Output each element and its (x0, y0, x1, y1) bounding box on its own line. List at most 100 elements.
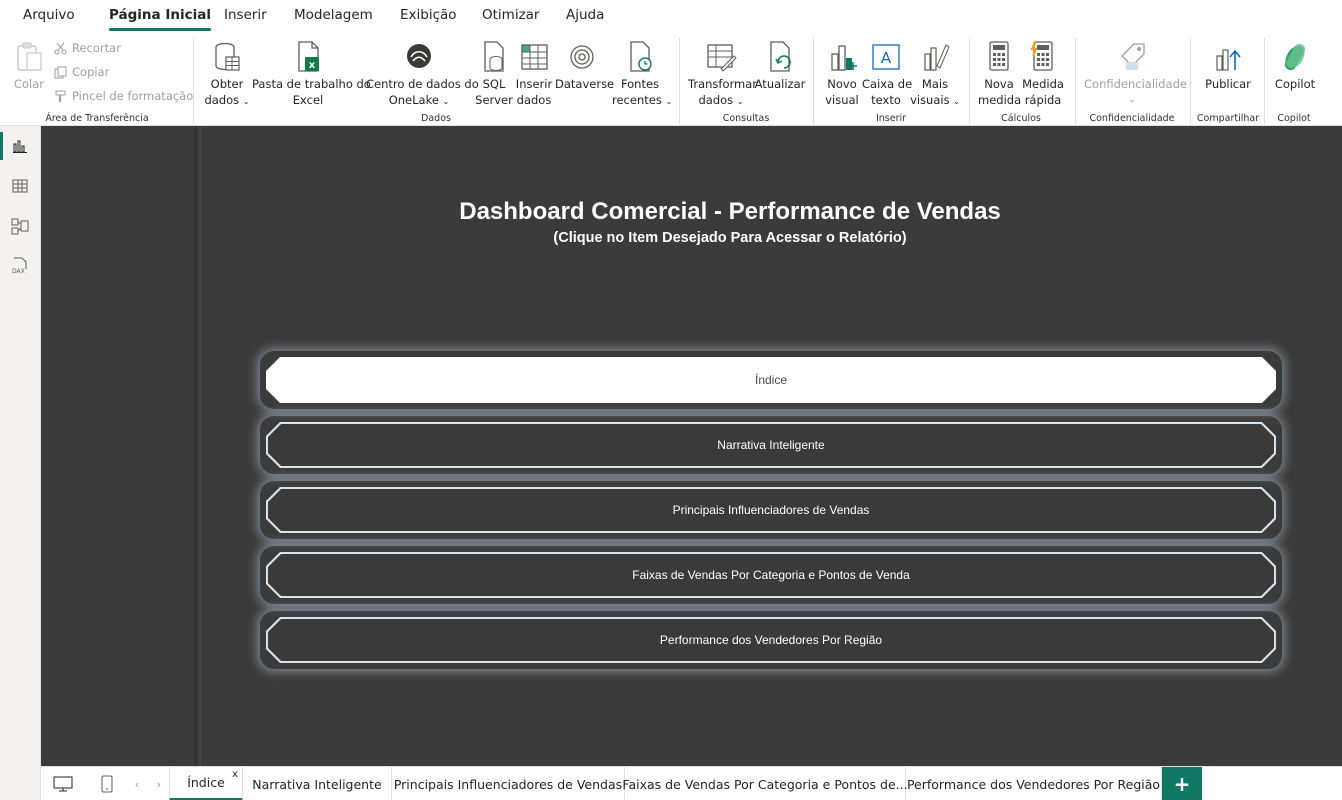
page-tab-narrativa[interactable]: Narrativa Inteligente (243, 767, 392, 800)
report-canvas: Dashboard Comercial - Performance de Ven… (41, 126, 1342, 766)
get-data-label-2-text: dados (204, 93, 240, 107)
more-visuals-label-2-text: visuais (910, 93, 950, 107)
quick-measure-button[interactable]: Medida rápida (1020, 40, 1066, 108)
active-tab-indicator (109, 28, 211, 31)
excel-label-1: Pasta de trabalho do (252, 77, 371, 91)
new-measure-label-2: medida (978, 93, 1022, 107)
database-icon (215, 42, 240, 71)
new-visual-label-2: visual (825, 93, 859, 107)
copy-button[interactable]: Copiar (54, 65, 109, 79)
transform-data-button[interactable]: Transformar dados ⌄ (688, 40, 757, 110)
sensitivity-button[interactable]: Confidencialidade ⌄ (1084, 40, 1187, 108)
phone-icon (101, 775, 113, 793)
ribbon-separator (1075, 38, 1076, 124)
refresh-button[interactable]: Atualizar (754, 40, 806, 92)
text-box-button[interactable]: A Caixa de texto (862, 40, 913, 108)
recent-label-2-text: recentes (612, 93, 662, 107)
page-tab-indice[interactable]: Índice x (169, 767, 243, 800)
menu-tab-arquivo[interactable]: Arquivo (23, 7, 75, 23)
menu-tab-otimizar[interactable]: Otimizar (482, 7, 539, 23)
onelake-hub-button[interactable]: Centro de dados do OneLake ⌄ (366, 40, 479, 110)
new-visual-label-1: Novo (827, 77, 857, 91)
paste-button[interactable]: Colar (10, 40, 48, 92)
cut-label: Recortar (72, 41, 121, 55)
table-view-button[interactable] (0, 166, 40, 206)
page-tab-performance[interactable]: Performance dos Vendedores Por Região (906, 767, 1162, 800)
onelake-label-2: OneLake ⌄ (366, 92, 472, 110)
paintbrush-icon (55, 90, 66, 102)
nav-button-label: Índice (268, 359, 1274, 401)
excel-label-2: Excel (292, 93, 324, 107)
add-page-button[interactable]: + (1162, 767, 1202, 800)
copilot-button[interactable]: Copilot (1272, 40, 1318, 92)
cut-button[interactable]: Recortar (54, 41, 121, 55)
mobile-layout-button[interactable] (95, 767, 119, 800)
next-page-button[interactable]: › (149, 767, 169, 800)
page-tab-faixas[interactable]: Faixas de Vendas Por Categoria e Pontos … (622, 767, 908, 800)
scissors-icon (54, 42, 67, 54)
ribbon-separator (1190, 38, 1191, 124)
refresh-label: Atualizar (754, 77, 806, 91)
text-box-label-1: Caixa de (862, 77, 913, 91)
page-tab-label: Narrativa Inteligente (252, 776, 382, 792)
paste-label: Colar (13, 77, 45, 91)
publish-button[interactable]: Publicar (1202, 40, 1254, 92)
copy-label: Copiar (72, 65, 110, 79)
nav-button-principais-influenciadores[interactable]: Principais Influenciadores de Vendas (266, 487, 1276, 533)
group-label-share: Compartilhar (1196, 113, 1260, 124)
nav-button-indice[interactable]: Índice (266, 357, 1276, 403)
menu-tab-inserir[interactable]: Inserir (224, 7, 267, 23)
menu-tab-ajuda[interactable]: Ajuda (566, 7, 604, 23)
new-visual-button[interactable]: Novo visual (822, 40, 862, 108)
view-rail: DAX (0, 126, 41, 800)
ribbon-separator (679, 38, 680, 124)
nav-button-faixas-de-vendas[interactable]: Faixas de Vendas Por Categoria e Pontos … (266, 552, 1276, 598)
page-tab-influenciadores[interactable]: Principais Influenciadores de Vendas (392, 767, 625, 800)
dataverse-button[interactable]: Dataverse (555, 40, 614, 92)
page-tab-bar: ‹ › Índice x Narrativa Inteligente Princ… (41, 766, 1342, 800)
onelake-label-2-text: OneLake (388, 93, 439, 107)
sensitivity-label-icon (1121, 43, 1145, 70)
recent-sources-button[interactable]: Fontes recentes ⌄ (612, 40, 672, 110)
dax-query-view-button[interactable]: DAX (0, 246, 40, 286)
quick-measure-label-1: Medida (1022, 77, 1064, 91)
menu-tab-pagina-inicial[interactable]: Página Inicial (109, 7, 211, 31)
more-visuals-icon (924, 44, 950, 71)
model-view-button[interactable] (0, 206, 40, 246)
page-tab-label: Performance dos Vendedores Por Região (906, 776, 1161, 792)
ribbon-separator (969, 38, 970, 124)
report-title: Dashboard Comercial - Performance de Ven… (459, 198, 1001, 225)
more-visuals-button[interactable]: Mais visuais ⌄ (910, 40, 960, 110)
report-view-button[interactable] (0, 126, 40, 166)
bar-chart-icon (831, 45, 857, 71)
enter-data-button[interactable]: Inserir dados (514, 40, 554, 108)
ribbon-separator (193, 38, 194, 124)
chevron-left-icon: ‹ (134, 777, 140, 791)
format-painter-button[interactable]: Pincel de formatação (54, 89, 193, 103)
get-data-label-1: Obter (210, 77, 244, 91)
get-data-label-2: dados ⌄ (204, 92, 250, 110)
nav-button-narrativa-inteligente[interactable]: Narrativa Inteligente (266, 422, 1276, 468)
nav-button-label: Performance dos Vendedores Por Região (268, 619, 1274, 661)
new-measure-button[interactable]: Nova medida (978, 40, 1022, 108)
nav-button-performance-vendedores[interactable]: Performance dos Vendedores Por Região (266, 617, 1276, 663)
monitor-icon (53, 776, 73, 792)
get-data-button[interactable]: Obter dados ⌄ (204, 40, 250, 110)
page-tab-label: Índice (187, 775, 225, 790)
onelake-icon (407, 44, 431, 68)
publish-label: Publicar (1205, 77, 1251, 91)
menu-tab-modelagem[interactable]: Modelagem (294, 7, 373, 23)
excel-workbook-button[interactable]: x Pasta de trabalho do Excel (252, 40, 371, 108)
recent-label-2: recentes ⌄ (612, 92, 672, 110)
enter-data-label-1: Inserir (515, 77, 553, 91)
menu-tab-exibicao[interactable]: Exibição (400, 7, 457, 23)
prev-page-button[interactable]: ‹ (127, 767, 147, 800)
close-icon[interactable]: x (232, 769, 238, 780)
sql-server-icon (484, 41, 504, 72)
desktop-layout-button[interactable] (49, 767, 77, 800)
excel-icon: x (298, 41, 319, 72)
onelake-label-1: Centro de dados do (366, 77, 479, 91)
more-visuals-label-1: Mais (921, 77, 949, 91)
sql-server-button[interactable]: SQL Server (474, 40, 514, 108)
ribbon-separator (1264, 38, 1265, 124)
